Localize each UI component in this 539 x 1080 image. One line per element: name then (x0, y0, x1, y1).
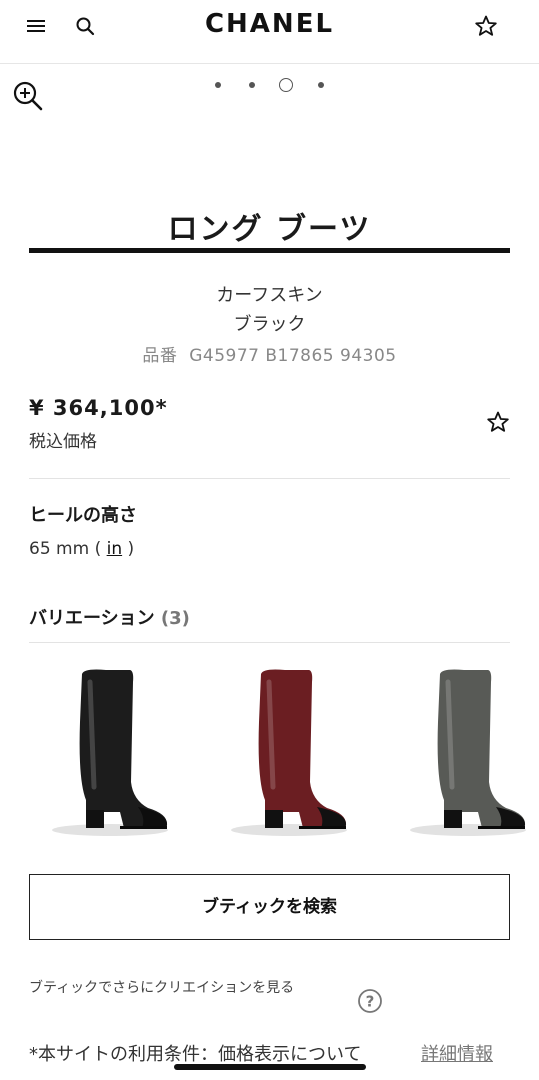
product-title: ロング ブーツ (167, 212, 372, 247)
chanel-logo[interactable]: CHANEL (0, 9, 539, 39)
product-reference: 品番 G45977 B17865 94305 (0, 341, 539, 366)
reference-code: G45977 B17865 94305 (189, 346, 397, 366)
tax-label: 税込価格 (29, 432, 97, 452)
gallery-dot[interactable] (249, 82, 255, 88)
divider (29, 642, 510, 643)
svg-text:?: ? (366, 993, 375, 1011)
terms-text: *本サイトの利用条件：価格表示について (29, 1044, 362, 1065)
gallery-pagination (0, 76, 539, 96)
variations-label: バリエーション (29, 608, 155, 629)
paren-close: ) (127, 539, 135, 559)
product-material: カーフスキン (216, 285, 323, 306)
title-underline (29, 248, 510, 253)
reference-label: 品番 (142, 346, 178, 366)
question-circle-icon[interactable]: ? (357, 988, 383, 1014)
variations-count: (3) (160, 608, 190, 629)
heel-height-label: ヒールの高さ (29, 505, 137, 526)
heel-height-value: 65 mm ( in ) (29, 539, 134, 559)
boutique-note: ブティックでさらにクリエイションを見る (29, 980, 295, 996)
variation-boot-black[interactable] (50, 662, 180, 842)
gallery-dot-active[interactable] (279, 78, 293, 92)
product-color: ブラック (233, 314, 306, 335)
top-header: CHANEL (0, 0, 539, 64)
wishlist-star-icon[interactable] (486, 410, 510, 434)
variation-boot-burgundy[interactable] (229, 662, 359, 842)
terms-details-link[interactable]: 詳細情報 (421, 1040, 493, 1066)
home-indicator[interactable] (174, 1064, 366, 1070)
heel-mm: 65 mm (29, 539, 90, 559)
star-icon[interactable] (474, 14, 498, 38)
divider (29, 478, 510, 479)
gallery-dot[interactable] (215, 82, 221, 88)
variations-heading: バリエーション (3) (29, 604, 190, 630)
product-price: ¥ 364,100* (29, 396, 168, 420)
paren-open: ( (94, 539, 102, 559)
variation-boot-grey[interactable] (408, 662, 538, 842)
search-boutique-button[interactable]: ブティックを検索 (29, 874, 510, 940)
gallery-dot[interactable] (318, 82, 324, 88)
unit-toggle-link[interactable]: in (107, 539, 123, 559)
